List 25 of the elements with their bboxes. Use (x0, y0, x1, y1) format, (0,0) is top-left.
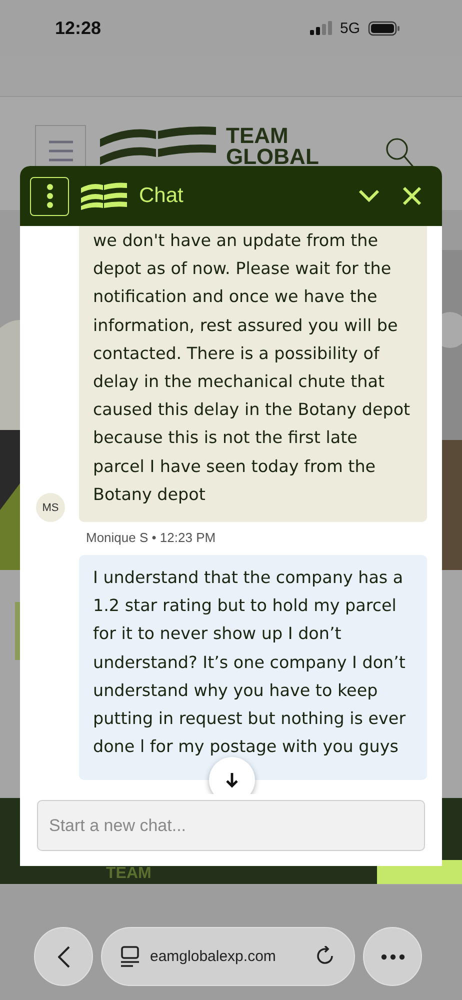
logo-text: GLOBAL (226, 146, 319, 167)
page-icon (120, 946, 140, 968)
status-time: 12:28 (55, 18, 102, 38)
network-label: 5G (340, 20, 360, 36)
more-icon (380, 954, 404, 960)
minimize-icon[interactable] (358, 189, 380, 203)
chat-title: Chat (139, 184, 184, 208)
logo-text: TEAM (226, 125, 290, 146)
chat-input[interactable]: Start a new chat... (37, 800, 425, 851)
back-icon (58, 946, 70, 968)
close-icon[interactable] (402, 186, 422, 206)
footer-logo: TEAM (106, 865, 152, 883)
message-meta: Monique S • 12:23 PM (86, 530, 217, 546)
menu-icon (48, 139, 74, 163)
url-text: eamglobalexp.com (150, 948, 277, 965)
message-bubble: we don't have an update from the depot as of now. Please wait for the notification and once we have the information, rest assured you will be contacted. There is a possibility of delay in the mechanical chute that caused this delay in the Botany depot because this is not the first late parcel I have seen today from the Botany depot (79, 226, 427, 522)
options-button[interactable] (30, 176, 69, 216)
address-bar[interactable]: eamglobalexp.com (101, 927, 355, 986)
logo-icon (81, 182, 127, 210)
signal-icon (310, 21, 332, 35)
more-icon (46, 183, 54, 209)
message-bubble: I understand that the company has a 1.2 star rating but to hold my parcel for it to never show up I don’t understand? It’s one company I don’t understand why you have to keep putting in request but nothing is ever done l for my postage with you guys (79, 555, 427, 780)
arrow-down-icon (226, 772, 238, 788)
avatar: MS (36, 493, 65, 522)
battery-icon (368, 20, 400, 36)
